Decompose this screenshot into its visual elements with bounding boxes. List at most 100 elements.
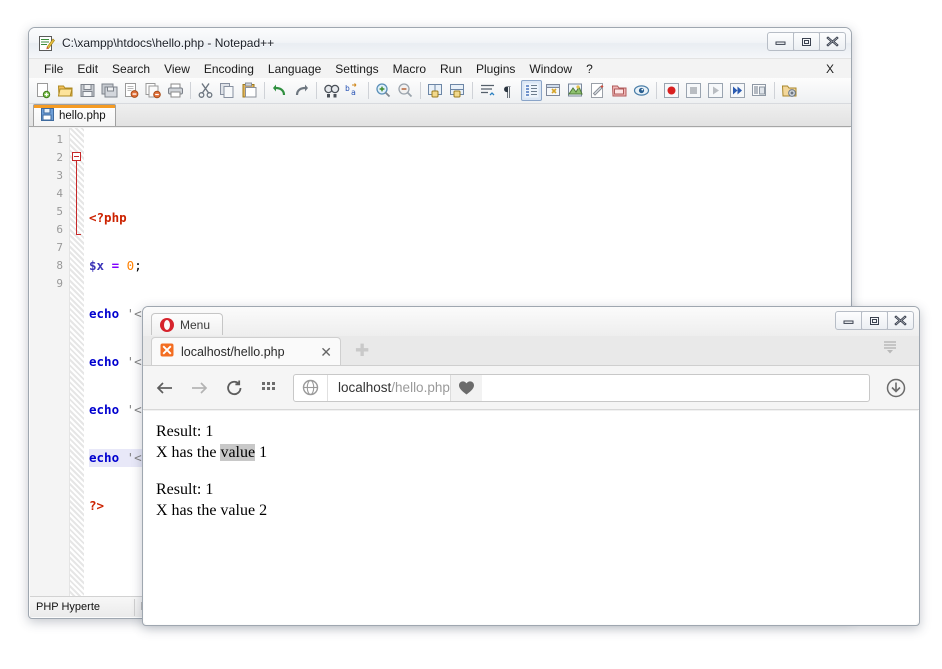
- result-line-2: Result: 1: [156, 481, 214, 499]
- close-all-icon[interactable]: [143, 80, 164, 101]
- back-arrow-icon[interactable]: [153, 377, 175, 399]
- close-button[interactable]: [819, 32, 846, 51]
- menu-settings[interactable]: Settings: [328, 59, 385, 79]
- opera-titlebar[interactable]: Menu: [143, 307, 919, 336]
- find-icon[interactable]: [321, 80, 342, 101]
- notepad-tabstrip[interactable]: hello.php: [29, 104, 851, 127]
- notepad-menubar[interactable]: File Edit Search View Encoding Language …: [29, 58, 851, 78]
- save-icon[interactable]: [77, 80, 98, 101]
- menu-macro[interactable]: Macro: [386, 59, 433, 79]
- function-list-icon[interactable]: [587, 80, 608, 101]
- new-tab-button[interactable]: ✚: [355, 342, 369, 359]
- value-line-2: X has the value 2: [156, 502, 268, 520]
- undo-icon[interactable]: [269, 80, 290, 101]
- toolbar-separator: [368, 82, 369, 99]
- word-wrap-icon[interactable]: [477, 80, 498, 101]
- copy-icon[interactable]: [217, 80, 238, 101]
- menu-language[interactable]: Language: [261, 59, 328, 79]
- monitoring-icon[interactable]: [631, 80, 652, 101]
- notepad-tab-label: hello.php: [59, 109, 106, 122]
- opera-menu-button[interactable]: Menu: [151, 313, 224, 335]
- cut-icon[interactable]: [195, 80, 216, 101]
- zoom-out-icon[interactable]: [395, 80, 416, 101]
- browser-tab-title: localhost/hello.php: [181, 344, 285, 359]
- close-document-button[interactable]: X: [819, 59, 841, 79]
- save-all-icon[interactable]: [99, 80, 120, 101]
- fold-collapse-icon[interactable]: [72, 152, 81, 161]
- run-icon[interactable]: [779, 80, 800, 101]
- folder-as-workspace-icon[interactable]: [609, 80, 630, 101]
- code-token: $x: [89, 258, 105, 273]
- address-bar-url[interactable]: localhost/hello.php: [328, 380, 450, 395]
- menu-run[interactable]: Run: [433, 59, 469, 79]
- menu-encoding[interactable]: Encoding: [197, 59, 261, 79]
- toolbar-separator: [420, 82, 421, 99]
- browser-tab-localhost-hello-php[interactable]: localhost/hello.php ✕: [151, 337, 341, 365]
- selected-text: value: [220, 444, 256, 462]
- menu-view[interactable]: View: [157, 59, 197, 79]
- close-button[interactable]: [887, 311, 914, 330]
- minimize-button[interactable]: [767, 32, 794, 51]
- sidebar-toggle-icon[interactable]: [881, 340, 899, 361]
- opera-window-buttons[interactable]: [835, 311, 914, 330]
- paste-icon[interactable]: [239, 80, 260, 101]
- fold-range-line: [76, 161, 81, 235]
- toolbar-separator: [774, 82, 775, 99]
- play-macro-icon[interactable]: [705, 80, 726, 101]
- record-macro-icon[interactable]: [661, 80, 682, 101]
- save-macro-icon[interactable]: [749, 80, 770, 101]
- replace-icon[interactable]: ba: [343, 80, 364, 101]
- show-all-characters-icon[interactable]: ¶: [499, 80, 520, 101]
- opera-tabstrip[interactable]: localhost/hello.php ✕ ✚: [143, 336, 919, 366]
- toolbar-separator: [190, 82, 191, 99]
- close-icon[interactable]: ✕: [320, 345, 332, 359]
- opera-browser-window[interactable]: Menu localhost/hello.php ✕ ✚ localhost/h…: [142, 306, 920, 626]
- run-macro-multiple-icon[interactable]: [727, 80, 748, 101]
- line-number: 9: [56, 277, 63, 290]
- result-line-1: Result: 1: [156, 423, 214, 440]
- line-number: 8: [56, 259, 63, 272]
- reload-icon[interactable]: [223, 377, 245, 399]
- xampp-favicon: [160, 343, 174, 360]
- menu-edit[interactable]: Edit: [70, 59, 105, 79]
- indent-guide-icon[interactable]: [521, 80, 542, 101]
- menu-plugins[interactable]: Plugins: [469, 59, 522, 79]
- menu-search[interactable]: Search: [105, 59, 157, 79]
- notepad-toolbar[interactable]: ba ¶: [29, 78, 851, 104]
- stop-recording-icon[interactable]: [683, 80, 704, 101]
- maximize-button[interactable]: [793, 32, 820, 51]
- print-icon[interactable]: [165, 80, 186, 101]
- menu-help[interactable]: ?: [579, 59, 600, 79]
- value-line-1-post: 1: [255, 444, 268, 462]
- svg-text:b: b: [345, 84, 350, 93]
- toolbar-separator: [472, 82, 473, 99]
- minimize-button[interactable]: [835, 311, 862, 330]
- notepad-window-buttons[interactable]: [767, 32, 846, 51]
- code-line-2: <?php: [89, 209, 850, 227]
- address-bar-actions[interactable]: [449, 374, 482, 401]
- close-file-icon[interactable]: [121, 80, 142, 101]
- user-defined-dialog-icon[interactable]: [543, 80, 564, 101]
- download-icon[interactable]: [883, 375, 909, 401]
- fold-margin[interactable]: [70, 128, 84, 596]
- sync-horizontal-icon[interactable]: [447, 80, 468, 101]
- zoom-in-icon[interactable]: [373, 80, 394, 101]
- maximize-button[interactable]: [861, 311, 888, 330]
- status-language: PHP Hyperte: [30, 598, 135, 616]
- page-paragraph-2: Result: 1 X has the value 2: [156, 479, 906, 521]
- show-document-map-icon[interactable]: [565, 80, 586, 101]
- heart-icon[interactable]: [449, 374, 482, 401]
- sync-vertical-icon[interactable]: [425, 80, 446, 101]
- menu-file[interactable]: File: [37, 59, 70, 79]
- speed-dial-icon[interactable]: [258, 377, 280, 399]
- opera-navigation-bar[interactable]: localhost/hello.php: [143, 366, 919, 410]
- new-file-icon[interactable]: [33, 80, 54, 101]
- address-bar[interactable]: localhost/hello.php: [293, 373, 870, 402]
- menu-window[interactable]: Window: [522, 59, 579, 79]
- line-number: 5: [56, 205, 63, 218]
- notepad-titlebar[interactable]: C:\xampp\htdocs\hello.php - Notepad++: [29, 28, 851, 58]
- redo-icon[interactable]: [291, 80, 312, 101]
- forward-arrow-icon[interactable]: [188, 377, 210, 399]
- notepad-tab-hello-php[interactable]: hello.php: [33, 104, 116, 126]
- open-file-icon[interactable]: [55, 80, 76, 101]
